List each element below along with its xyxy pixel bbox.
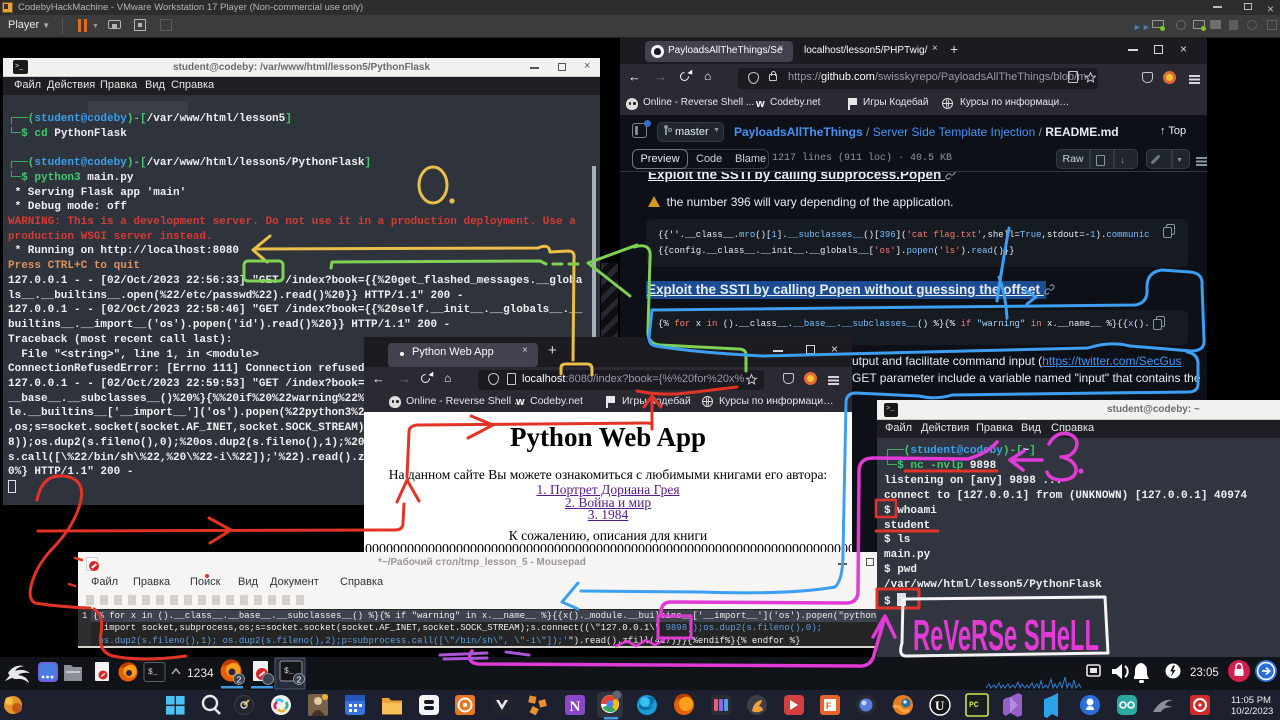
svg-text:PC: PC	[969, 701, 979, 710]
svg-text:U: U	[935, 698, 945, 713]
svg-text:N: N	[570, 699, 581, 715]
svg-text:F: F	[826, 701, 832, 711]
svg-text:23:05: 23:05	[1190, 667, 1219, 679]
svg-text:$_: $_	[284, 667, 294, 676]
svg-text:11:05 PM: 11:05 PM	[1231, 695, 1271, 706]
svg-text:$_: $_	[148, 668, 158, 677]
svg-text:1234: 1234	[187, 666, 214, 680]
svg-text:2: 2	[237, 674, 242, 684]
svg-text:10/2/2023: 10/2/2023	[1231, 706, 1273, 717]
svg-text:2: 2	[297, 674, 302, 684]
